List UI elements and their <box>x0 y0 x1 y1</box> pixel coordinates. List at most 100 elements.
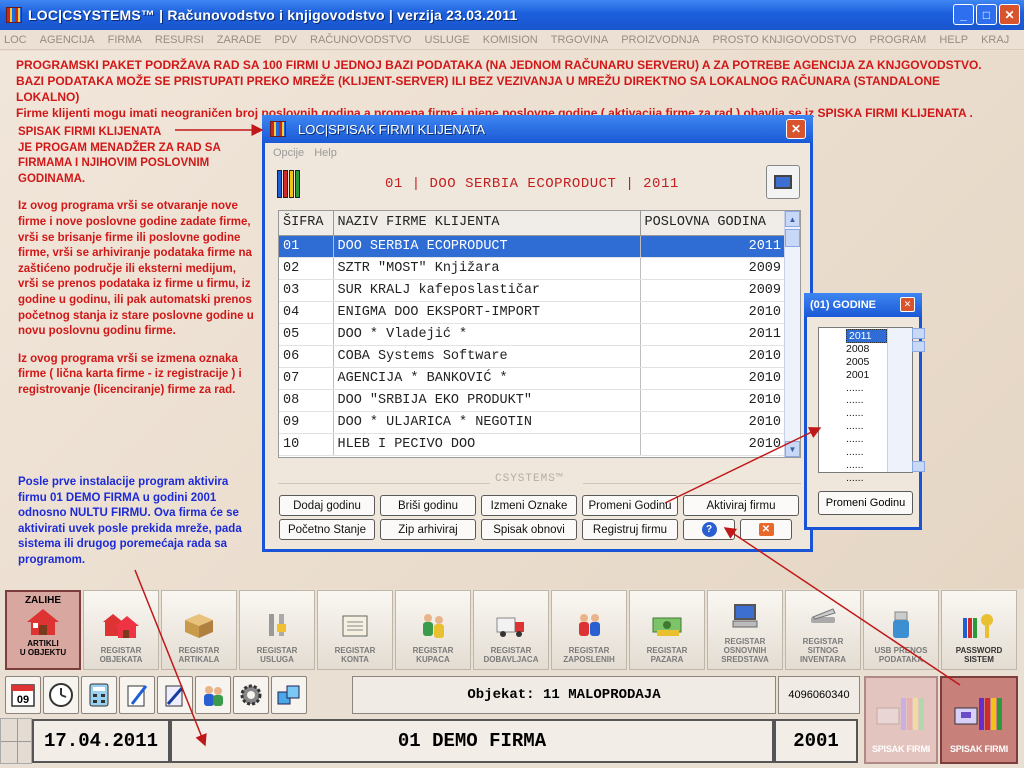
scroll-down-icon[interactable]: ▼ <box>785 441 800 457</box>
client-list-button[interactable]: SPISAK FIRMI <box>940 676 1018 764</box>
client-list-button-disabled[interactable]: SPISAK FIRMI <box>864 676 938 764</box>
years-scrollbar[interactable] <box>887 328 925 472</box>
menu-item[interactable]: AGENCIJA <box>40 34 95 46</box>
dialog-menu-options[interactable]: Opcije <box>273 147 304 159</box>
calendar-button[interactable]: 09 <box>5 676 41 714</box>
client-list-icon <box>876 698 924 730</box>
module-label: REGISTAR USLUGA <box>256 646 298 664</box>
maximize-button[interactable]: □ <box>976 4 997 25</box>
cell-code: 08 <box>279 389 334 412</box>
stapler-icon <box>811 608 836 623</box>
exit-button[interactable]: ✕ <box>740 519 792 540</box>
years-list[interactable]: 2011 2008 2005 2001 ...... ...... ......… <box>818 327 925 484</box>
items-registry-button[interactable]: REGISTAR ARTIKALA <box>161 590 237 670</box>
activate-firm-button[interactable]: Aktiviraj firmu <box>683 495 799 516</box>
cell-year: 2010 <box>640 345 786 368</box>
menu-item[interactable]: RAČUNOVODSTVO <box>310 34 411 46</box>
scroll-up-icon[interactable]: ▲ <box>785 211 800 227</box>
column-header-code[interactable]: ŠIFRA <box>279 211 334 236</box>
ledger-icon <box>342 615 368 637</box>
description-panel: SPISAK FIRMI KLIJENATA JE PROGAM MENADŽE… <box>18 125 258 411</box>
help-button[interactable]: ? <box>683 519 735 540</box>
table-row[interactable]: 04 ENIGMA DOO EKSPORT-IMPORT 2010 <box>279 301 786 324</box>
dialog-title-bar[interactable]: LOC|SPISAK FIRMI KLIJENATA ✕ <box>262 115 813 143</box>
table-scrollbar[interactable]: ▲ ▼ <box>784 211 800 457</box>
table-row[interactable]: 07 AGENCIJA * BANKOVIĆ * 2010 <box>279 367 786 390</box>
license-code: 4096060340 <box>778 676 860 714</box>
small-inventory-registry-button[interactable]: REGISTAR SITNOG INVENTARA <box>785 590 861 670</box>
menu-item[interactable]: PROIZVODNJA <box>621 34 699 46</box>
calculator-button[interactable] <box>81 676 117 714</box>
menu-item[interactable]: PDV <box>274 34 297 46</box>
divider <box>278 483 490 484</box>
years-popup-close-button[interactable]: ✕ <box>900 297 915 312</box>
editor-button[interactable] <box>157 676 193 714</box>
close-button[interactable]: ✕ <box>999 4 1020 25</box>
clock-button[interactable] <box>43 676 79 714</box>
cell-name: AGENCIJA * BANKOVIĆ * <box>333 367 641 390</box>
house-icon <box>27 609 59 635</box>
computer-button[interactable] <box>766 165 800 199</box>
menu-item[interactable]: LOC <box>4 34 27 46</box>
table-row[interactable]: 08 DOO "SRBIJA EKO PRODUKT" 2010 <box>279 389 786 412</box>
minimize-button[interactable]: _ <box>953 4 974 25</box>
notepad-button[interactable] <box>119 676 155 714</box>
users-button[interactable] <box>195 676 231 714</box>
edit-marks-button[interactable]: Izmeni Oznake <box>481 495 577 516</box>
table-row[interactable]: 02 SZTR "MOST" Knjižara 2009 <box>279 257 786 280</box>
scroll-thumb[interactable] <box>785 229 800 247</box>
windows-button[interactable] <box>271 676 307 714</box>
fixed-assets-registry-button[interactable]: REGISTAR OSNOVNIH SREDSTAVA <box>707 590 783 670</box>
accounts-registry-button[interactable]: REGISTAR KONTA <box>317 590 393 670</box>
menu-item[interactable]: KRAJ <box>981 34 1009 46</box>
year-item[interactable]: ...... <box>822 472 912 485</box>
menu-item[interactable]: TRGOVINA <box>551 34 608 46</box>
active-firm-label: 01 | DOO SERBIA ECOPRODUCT | 2011 <box>385 176 679 192</box>
zip-archive-button[interactable]: Zip arhiviraj <box>380 519 476 540</box>
menu-item[interactable]: RESURSI <box>155 34 204 46</box>
main-title-bar[interactable]: LOC|CSYSTEMS™ | Računovodstvo i knjigovo… <box>0 0 1024 30</box>
table-row[interactable]: 06 COBA Systems Software 2010 <box>279 345 786 368</box>
table-row[interactable]: 05 DOO * Vladejić * 2011 <box>279 323 786 346</box>
delete-year-button[interactable]: Briši godinu <box>380 495 476 516</box>
employees-registry-button[interactable]: REGISTAR ZAPOSLENIH <box>551 590 627 670</box>
password-system-button[interactable]: PASSWORD SISTEM <box>941 590 1017 670</box>
table-row[interactable]: 09 DOO * ULJARICA * NEGOTIN 2010 <box>279 411 786 434</box>
suppliers-registry-button[interactable]: REGISTAR DOBAVLJACA <box>473 590 549 670</box>
usb-transfer-button[interactable]: USB PRENOS PODATAKA <box>863 590 939 670</box>
stock-button[interactable]: ZALIHE ARTIKLI U OBJEKTU <box>5 590 81 670</box>
menu-item[interactable]: ZARADE <box>217 34 262 46</box>
change-year-button[interactable]: Promeni Godinu <box>582 495 678 516</box>
customers-registry-button[interactable]: REGISTAR KUPACA <box>395 590 471 670</box>
dialog-title: LOC|SPISAK FIRMI KLIJENATA <box>298 121 486 137</box>
table-row[interactable]: 01 DOO SERBIA ECOPRODUCT 2011 <box>279 235 786 258</box>
refresh-list-button[interactable]: Spisak obnovi <box>481 519 577 540</box>
menu-item[interactable]: KOMISION <box>483 34 538 46</box>
objects-registry-button[interactable]: REGISTAR OBJEKATA <box>83 590 159 670</box>
dialog-close-button[interactable]: ✕ <box>786 119 806 139</box>
register-firm-button[interactable]: Registruj firmu <box>582 519 678 540</box>
action-buttons-row-2: Početno Stanje Zip arhiviraj Spisak obno… <box>279 519 792 540</box>
notepad-icon <box>127 685 148 707</box>
tools-icon <box>269 614 286 636</box>
popup-change-year-button[interactable]: Promeni Godinu <box>818 491 913 515</box>
sales-registry-button[interactable]: REGISTAR PAZARA <box>629 590 705 670</box>
keys-icon <box>963 614 993 638</box>
menu-item[interactable]: HELP <box>939 34 968 46</box>
dialog-menu-help[interactable]: Help <box>314 147 337 159</box>
cell-code: 04 <box>279 301 334 324</box>
services-registry-button[interactable]: REGISTAR USLUGA <box>239 590 315 670</box>
table-row[interactable]: 03 SUR KRALJ kafeposlastičar 2009 <box>279 279 786 302</box>
menu-item[interactable]: PROGRAM <box>870 34 927 46</box>
column-header-year[interactable]: POSLOVNA GODINA <box>640 211 786 236</box>
menu-item[interactable]: PROSTO KNJIGOVODSTVO <box>712 34 856 46</box>
menu-item[interactable]: USLUGE <box>425 34 470 46</box>
add-year-button[interactable]: Dodaj godinu <box>279 495 375 516</box>
menu-item[interactable]: FIRMA <box>108 34 142 46</box>
settings-button[interactable] <box>233 676 269 714</box>
computer-icon <box>774 175 792 189</box>
table-row[interactable]: 10 HLEB I PECIVO DOO 2010 <box>279 433 786 456</box>
opening-balance-button[interactable]: Početno Stanje <box>279 519 375 540</box>
column-header-name[interactable]: NAZIV FIRME KLIJENTA <box>333 211 641 236</box>
module-label: USB PRENOS PODATAKA <box>874 646 928 664</box>
